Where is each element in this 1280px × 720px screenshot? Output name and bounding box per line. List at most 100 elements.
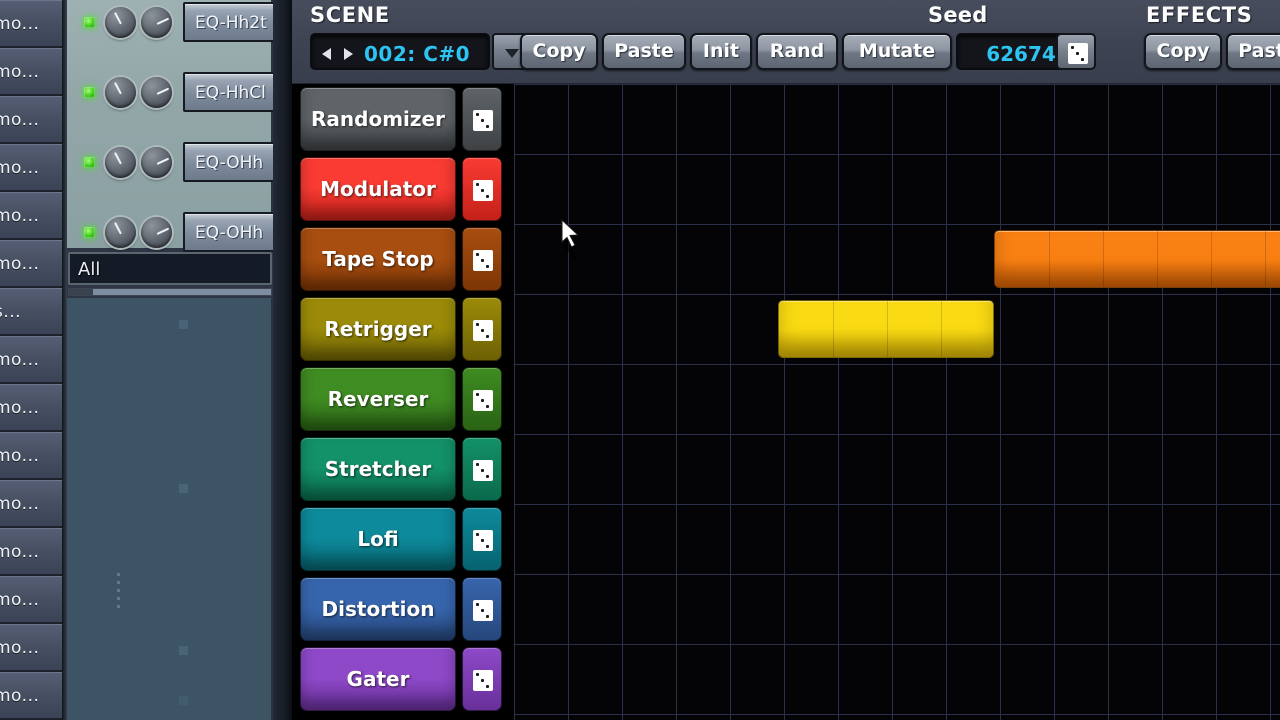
rand-button[interactable]: Rand [756,33,838,70]
sequencer-clip[interactable] [778,300,994,358]
channel-strip-item[interactable]: mo... [0,480,62,527]
grid-line-vertical [946,84,947,720]
grid-line-vertical [622,84,623,720]
channel-strip-item[interactable]: mo... [0,96,62,143]
track-button-modulator[interactable]: Modulator [300,157,456,221]
triangle-left-icon[interactable] [322,48,331,60]
channel-strip-label: mo... [0,637,40,658]
effects-copy-button[interactable]: Copy [1144,33,1222,70]
slot-knob-b[interactable] [141,77,172,108]
filter-input[interactable]: All [68,252,272,285]
track-randomize-button[interactable] [462,647,502,711]
effects-paste-button[interactable]: Paste [1226,33,1280,70]
plugin-toolbar: SCENE Seed EFFECTS 002: C#0 Copy Paste I… [292,0,1280,84]
track-button-retrigger[interactable]: Retrigger [300,297,456,361]
track-button-stretcher[interactable]: Stretcher [300,437,456,501]
grid-line-horizontal [514,154,1280,155]
filter-scrollbar[interactable] [68,288,272,296]
track-button-lofi[interactable]: Lofi [300,507,456,571]
grid-line-horizontal [514,224,1280,225]
mixer-effect-rack: EQ-Hh2t EQ-HhCl EQ-OHh EQ-OHh [67,0,293,252]
channel-strip-item[interactable]: mo... [0,48,62,95]
track-randomize-button[interactable] [462,87,502,151]
dice-icon [473,250,493,271]
resize-grip[interactable] [117,573,120,613]
scene-copy-button[interactable]: Copy [520,33,598,70]
browser-dot [179,646,188,655]
slot-knob-a[interactable] [105,7,136,38]
sequencer-grid[interactable] [514,84,1280,720]
track-button-distortion[interactable]: Distortion [300,577,456,641]
track-randomize-button[interactable] [462,157,502,221]
slot-knob-b[interactable] [141,7,172,38]
slot-enable-led[interactable] [84,17,95,28]
slot-knob-b[interactable] [141,217,172,248]
channel-strip-item[interactable]: mo... [0,336,62,383]
channel-strip-label: mo... [0,205,40,226]
channel-strip-item[interactable]: mo... [0,384,62,431]
init-button[interactable]: Init [690,33,752,70]
grid-line-vertical [1000,84,1001,720]
channel-strip-label: mo... [0,13,40,34]
mixer-slot[interactable]: EQ-Hh2t [67,0,293,50]
grid-line-vertical [676,84,677,720]
mutate-button[interactable]: Mutate [842,33,952,70]
channel-strip-label: mo... [0,589,40,610]
track-randomize-button[interactable] [462,437,502,501]
grid-line-vertical [1108,84,1109,720]
slot-enable-led[interactable] [84,227,95,238]
slot-knob-a[interactable] [105,217,136,248]
track-randomize-button[interactable] [462,367,502,431]
grid-line-vertical [1054,84,1055,720]
grid-line-vertical [568,84,569,720]
seed-section-title: Seed [928,3,988,27]
grid-line-horizontal [514,714,1280,715]
track-button-randomizer[interactable]: Randomizer [300,87,456,151]
grid-line-horizontal [514,84,1280,85]
track-button-reverser[interactable]: Reverser [300,367,456,431]
clip-step-divider [941,301,942,357]
slot-knob-a[interactable] [105,77,136,108]
mixer-slot[interactable]: EQ-HhCl [67,66,293,120]
channel-strip-item[interactable]: mo... [0,0,62,47]
track-row-header: Modulator [292,154,514,224]
clip-step-divider [887,301,888,357]
channel-strip-item[interactable]: s... [0,288,62,335]
chevron-down-icon [505,49,519,58]
channel-strip-item[interactable]: mo... [0,528,62,575]
slot-enable-led[interactable] [84,157,95,168]
window-edge [273,0,292,720]
channel-strip-item[interactable]: mo... [0,192,62,239]
sequencer-clip[interactable] [994,230,1280,288]
channel-strip-item[interactable]: mo... [0,576,62,623]
channel-strip-item[interactable]: mo... [0,432,62,479]
seed-dice-button[interactable] [1056,33,1096,70]
dice-icon [473,670,493,691]
track-randomize-button[interactable] [462,297,502,361]
grid-line-horizontal [514,644,1280,645]
scene-paste-button[interactable]: Paste [602,33,686,70]
grid-line-horizontal [514,364,1280,365]
slot-enable-led[interactable] [84,87,95,98]
channel-strip-item[interactable]: mo... [0,144,62,191]
track-button-tape-stop[interactable]: Tape Stop [300,227,456,291]
track-row-header: Tape Stop [292,224,514,294]
channel-strip-item[interactable]: mo... [0,672,62,719]
channel-strip-item[interactable]: mo... [0,624,62,671]
channel-strip-item[interactable]: mo... [0,240,62,287]
track-button-gater[interactable]: Gater [300,647,456,711]
track-randomize-button[interactable] [462,577,502,641]
mixer-slot[interactable]: EQ-OHh [67,136,293,190]
track-randomize-button[interactable] [462,227,502,291]
track-randomize-button[interactable] [462,507,502,571]
browser-dot [179,696,188,705]
slot-knob-a[interactable] [105,147,136,178]
browser-panel[interactable] [67,298,273,720]
triangle-right-icon[interactable] [344,48,353,60]
scene-selector[interactable]: 002: C#0 [310,33,490,70]
channel-name-strip[interactable]: mo... mo... mo... mo... mo... mo... s... mo... m… [0,0,62,720]
channel-strip-label: mo... [0,445,40,466]
clip-step-divider [1157,231,1158,287]
clip-step-divider [833,301,834,357]
slot-knob-b[interactable] [141,147,172,178]
